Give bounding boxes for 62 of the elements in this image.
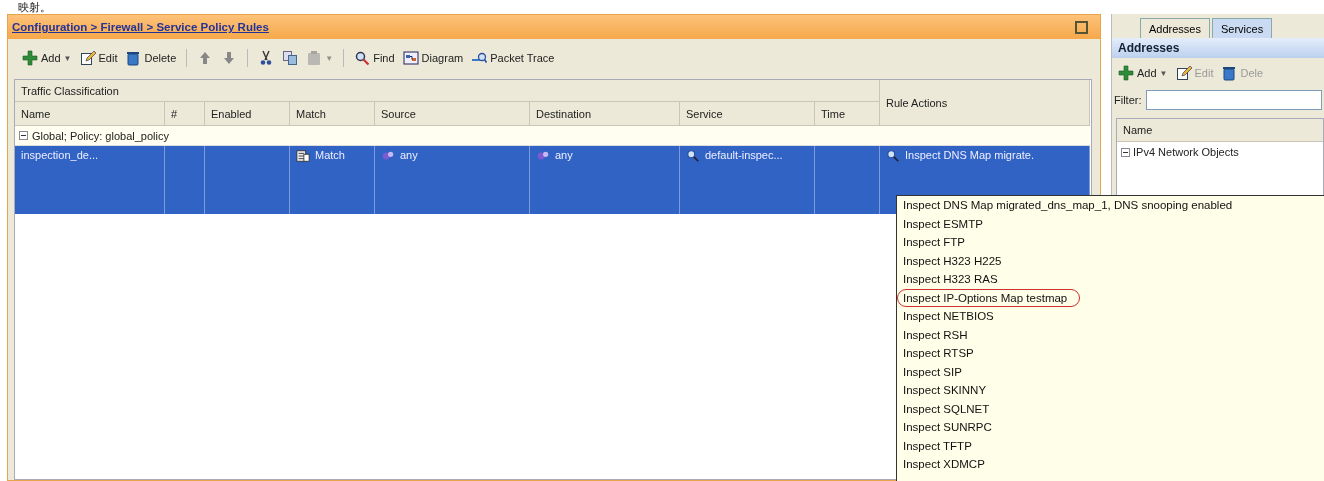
collapse-icon[interactable] — [1121, 147, 1130, 157]
search-icon — [354, 50, 371, 66]
edit-icon — [79, 50, 96, 66]
tooltip-line: Inspect NETBIOS — [902, 309, 995, 324]
column-group-header: Traffic Classification — [15, 80, 880, 102]
tooltip-line: Inspect SUNRPC — [902, 420, 993, 435]
table-cell: any — [530, 146, 680, 214]
column-header[interactable]: Source — [375, 102, 530, 126]
toolbar-button[interactable]: Find — [352, 49, 397, 67]
trash-icon — [125, 50, 142, 66]
copy-icon — [282, 50, 299, 66]
toolbar-button[interactable]: Diagram — [400, 49, 466, 67]
collapse-icon[interactable] — [19, 131, 28, 140]
filter-field[interactable] — [1145, 90, 1322, 110]
tooltip-line: Inspect TFTP — [902, 438, 973, 454]
table-cell: any — [375, 146, 530, 214]
column-header[interactable]: Match — [290, 102, 375, 126]
add-icon — [22, 50, 38, 66]
match-icon — [296, 149, 310, 163]
toolbar-button[interactable]: Edit — [77, 49, 120, 67]
column-header[interactable]: Service — [680, 102, 815, 126]
group-row[interactable]: Global; Policy: global_policy — [15, 126, 1090, 146]
tab[interactable]: Addresses — [1140, 18, 1210, 38]
edit-icon — [1175, 65, 1192, 81]
tooltip-line: Inspect RSH — [902, 327, 969, 343]
table-cell: default-inspec... — [680, 146, 815, 214]
column-header[interactable]: # — [165, 102, 205, 126]
group-label: Global; Policy: global_policy — [32, 129, 169, 142]
tooltip-line: Inspect SKINNY — [902, 383, 988, 398]
table-cell: inspection_de... — [15, 146, 165, 214]
breadcrumb-link[interactable]: Configuration > Firewall > Service Policy Rules — [12, 21, 269, 33]
toolbar-button[interactable]: Delete — [123, 49, 179, 67]
table-cell: Match — [290, 146, 375, 214]
maximize-icon[interactable] — [1075, 20, 1088, 34]
tab[interactable]: Services — [1212, 18, 1273, 38]
column-header[interactable]: Name — [15, 102, 165, 126]
column-header[interactable]: Rule Actions — [880, 80, 1090, 126]
service-icon — [686, 149, 700, 163]
tooltip-line: Inspect H323 H225 — [902, 253, 1003, 269]
tooltip-line: Inspect FTP — [902, 235, 966, 250]
paste-icon — [306, 50, 323, 66]
tooltip-line: Inspect ESMTP — [902, 216, 984, 232]
trash-icon — [1221, 65, 1238, 81]
tooltip-line: Inspect XDMCP — [902, 457, 986, 472]
add-icon — [1118, 65, 1134, 81]
column-header[interactable]: Enabled — [205, 102, 290, 126]
toolbar-button[interactable]: Packet Trace — [469, 49, 557, 67]
toolbar-button[interactable]: Add ▼ — [20, 49, 74, 67]
column-header[interactable]: Name — [1117, 119, 1323, 142]
toolbar-button[interactable]: Add ▼ — [1116, 64, 1170, 82]
tooltip-line: Inspect SIP — [902, 364, 963, 380]
caption-text: 映射。 — [17, 0, 51, 14]
tree-item[interactable]: IPv4 Network Objects — [1133, 146, 1239, 158]
tooltip-line: Inspect SQLNET — [902, 401, 991, 417]
tooltip-line: Inspect H323 RAS — [902, 272, 999, 287]
service-icon — [886, 149, 900, 163]
filter-label: Filter: — [1114, 94, 1142, 106]
diagram-icon — [402, 50, 419, 66]
tooltip-line: Inspect RTSP — [902, 346, 975, 361]
column-header[interactable]: Destination — [530, 102, 680, 126]
section-header: Addresses — [1112, 38, 1324, 58]
column-header[interactable]: Time — [815, 102, 880, 126]
